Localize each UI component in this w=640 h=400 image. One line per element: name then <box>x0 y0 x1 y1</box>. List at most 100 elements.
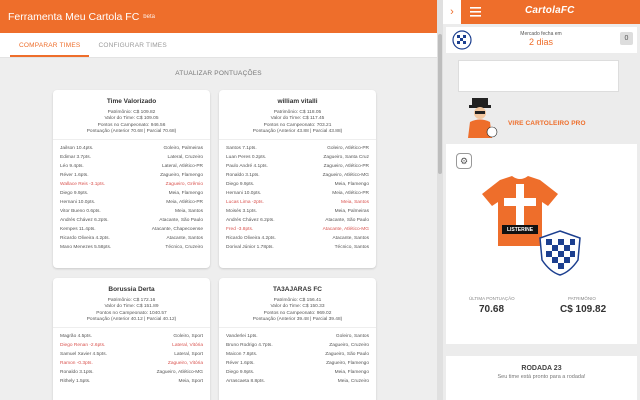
player-position-club: Lateral, Sport <box>174 352 203 358</box>
player-name-points: Lucas Lima -2pts. <box>226 200 264 206</box>
player-list: Jailson 10.4pts. Goleiro, Palmeiras Edimar… <box>53 140 210 256</box>
team-name: TA3AJARAS FC <box>273 286 322 293</box>
player-name-points: Maicon 7.8pts. <box>226 352 258 358</box>
player-position-club: Atacante, Santos <box>166 236 203 242</box>
team-card: TA3AJARAS FC Patrimônio: C$ 156.41 Valor… <box>219 278 376 400</box>
player-row: Diego Renan -2.6pts. Lateral, Vitória <box>60 341 203 350</box>
player-name-points: Samuel Xavier 4.5pts. <box>60 352 107 358</box>
player-position-club: Atacante, Atlético-MG <box>322 227 369 233</box>
player-position-club: Goleiro, Palmeiras <box>163 146 203 152</box>
player-name-points: Ramon -0.3pts. <box>60 361 93 367</box>
player-row: Hernani 10.0pts. Meia, Atlético-PR <box>226 189 369 198</box>
player-name-points: Luan Peres 0.2pts. <box>226 155 267 161</box>
app-header: Ferramenta Meu Cartola FC beta <box>0 0 437 33</box>
player-row: Fred -3.8pts. Atacante, Atlético-MG <box>226 225 369 234</box>
settings-gear-icon[interactable]: ⚙ <box>456 153 472 169</box>
player-row: Ricardo Oliveira 4.2pts. Atacante, Santos <box>226 234 369 243</box>
player-position-club: Atacante, São Paulo <box>159 218 203 224</box>
tab-comparar-times[interactable]: COMPARAR TIMES <box>10 42 90 57</box>
player-row: Maicon 7.8pts. Zagueiro, São Paulo <box>226 350 369 359</box>
player-name-points: Paulo André 4.1pts. <box>226 164 268 170</box>
team-name: Borussia Derta <box>108 286 155 293</box>
rodada-status: Seu time está pronto para a rodada! <box>497 374 586 380</box>
player-name-points: Kempes 11.4pts. <box>60 227 96 233</box>
player-name-points: Rithely 1.5pts. <box>60 379 91 385</box>
player-position-club: Meia, Flamengo <box>334 182 369 188</box>
player-row: Moisés 3.1pts. Meia, Palmeiras <box>226 207 369 216</box>
cartoleiro-pro-banner[interactable]: VIRE CARTOLEIRO PRO <box>443 96 640 138</box>
player-row: Diego 9.9pts. Meia, Flamengo <box>60 189 203 198</box>
player-row: Samuel Xavier 4.5pts. Lateral, Sport <box>60 350 203 359</box>
player-position-club: Meia, Palmeiras <box>334 209 369 215</box>
ultima-pontuacao-label: ÚLTIMA PONTUAÇÃO <box>469 296 515 301</box>
team-card: Borussia Derta Patrimônio: C$ 172.16 Val… <box>53 278 210 400</box>
team-card: Time Valorizado Patrimônio: C$ 109.82 Va… <box>53 90 210 268</box>
player-name-points: Ronaldo 3.1pts. <box>226 173 260 179</box>
player-row: Jailson 10.4pts. Goleiro, Palmeiras <box>60 144 203 153</box>
player-position-club: Zagueiro, São Paulo <box>325 352 369 358</box>
player-row: Réver 1.6pts. Zagueiro, Flamengo <box>60 171 203 180</box>
player-name-points: Diego Renan -2.6pts. <box>60 343 106 349</box>
player-position-club: Meia, Flamengo <box>168 191 203 197</box>
ad-banner[interactable] <box>458 60 619 92</box>
app-title: Ferramenta Meu Cartola FC <box>8 10 140 23</box>
screen: Ferramenta Meu Cartola FC beta COMPARAR … <box>0 0 640 400</box>
pro-label: VIRE CARTOLEIRO PRO <box>508 120 586 127</box>
player-name-points: Mano Menezes 5.58pts. <box>60 245 112 251</box>
my-team-card: ⚙ LISTERINE ÚLTIMA PONTUAÇÃO 70.68 PATRI… <box>446 144 637 344</box>
player-position-club: Zagueiro, Grêmio <box>165 182 203 188</box>
player-name-points: Moisés 3.1pts. <box>226 209 257 215</box>
player-name-points: Hernani 10.0pts. <box>226 191 262 197</box>
menu-icon[interactable] <box>470 5 481 23</box>
refresh-scores-button[interactable]: ATUALIZAR PONTUAÇÕES <box>0 70 437 77</box>
player-name-points: Bruno Rodrigo 4.7pts. <box>226 343 273 349</box>
team-badge-icon <box>538 230 582 281</box>
player-name-points: Ricardo Oliveira 4.2pts. <box>60 236 110 242</box>
player-position-club: Lateral, Vitória <box>172 343 203 349</box>
player-name-points: Ricardo Oliveira 4.2pts. <box>226 236 276 242</box>
tab-configurar-times[interactable]: CONFIGURAR TIMES <box>89 42 175 57</box>
player-name-points: Hernani 10.0pts. <box>60 200 96 206</box>
player-row: Réver 1.6pts. Zagueiro, Flamengo <box>226 359 369 368</box>
rodada-title: RODADA 23 <box>521 365 562 372</box>
player-list: Vanderlei 1pts. Goleiro, Santos Bruno Rodr… <box>219 328 376 390</box>
player-position-club: Zagueiro, Atlético-MG <box>322 173 369 179</box>
patrimonio-label: PATRIMÔNIO <box>568 296 596 301</box>
player-row: Diego 9.9pts. Meia, Flamengo <box>226 180 369 189</box>
mercado-status: Mercado fecha em 2 dias 0 <box>446 27 637 53</box>
player-row: Dorival Júnior 1.78pts. Técnico, Santos <box>226 243 369 252</box>
player-row: Hernani 10.0pts. Meia, Atlético-PR <box>60 198 203 207</box>
player-row: Ricardo Oliveira 4.2pts. Atacante, Santos <box>60 234 203 243</box>
cartola-logo: CartolaFC <box>525 5 575 16</box>
player-position-club: Zagueiro, Atlético-PR <box>323 164 369 170</box>
player-row: Ronaldo 3.1pts. Zagueiro, Atlético-MG <box>226 171 369 180</box>
player-row: Léo 9.4pts. Lateral, Atlético-PR <box>60 162 203 171</box>
player-name-points: Dorival Júnior 1.78pts. <box>226 245 274 251</box>
player-position-club: Goleiro, Atlético-PR <box>327 146 369 152</box>
player-row: Santos 7.1pts. Goleiro, Atlético-PR <box>226 144 369 153</box>
collapse-chevron-icon[interactable]: › <box>443 0 461 24</box>
mascot-icon <box>463 96 499 143</box>
player-row: Ramon -0.3pts. Zagueiro, Vitória <box>60 359 203 368</box>
player-position-club: Meia, Santos <box>341 200 369 206</box>
player-row: Lucas Lima -2pts. Meia, Santos <box>226 198 369 207</box>
player-position-club: Zagueiro, Santa Cruz <box>323 155 369 161</box>
notification-count[interactable]: 0 <box>620 32 633 45</box>
scrollbar-thumb[interactable] <box>438 34 442 174</box>
player-name-points: Andrés Chávez 6.2pts. <box>60 218 109 224</box>
team-pontuacao: Pontuação (Anterior 39.48 | Parcial 39.4… <box>252 316 343 322</box>
player-name-points: Fred -3.8pts. <box>226 227 254 233</box>
player-row: Diego 9.9pts. Meia, Flamengo <box>226 368 369 377</box>
mercado-days: 2 dias <box>528 37 554 47</box>
player-position-club: Zagueiro, Flamengo <box>326 361 369 367</box>
rodada-card: RODADA 23 Seu time está pronto para a ro… <box>446 356 637 400</box>
player-name-points: Vanderlei 1pts. <box>226 334 258 340</box>
team-pontuacao: Pontuação (Anterior 70.68 | Parcial 70.6… <box>86 128 177 134</box>
player-position-club: Meia, Atlético-PR <box>332 191 369 197</box>
player-position-club: Lateral, Cruzeiro <box>167 155 203 161</box>
player-name-points: Andrés Chávez 6.2pts. <box>226 218 275 224</box>
player-list: Magrão 4.5pts. Goleiro, Sport Diego Renan … <box>53 328 210 390</box>
player-row: Paulo André 4.1pts. Zagueiro, Atlético-PR <box>226 162 369 171</box>
player-name-points: Diego 9.9pts. <box>226 182 255 188</box>
player-position-club: Meia, Santos <box>175 209 203 215</box>
